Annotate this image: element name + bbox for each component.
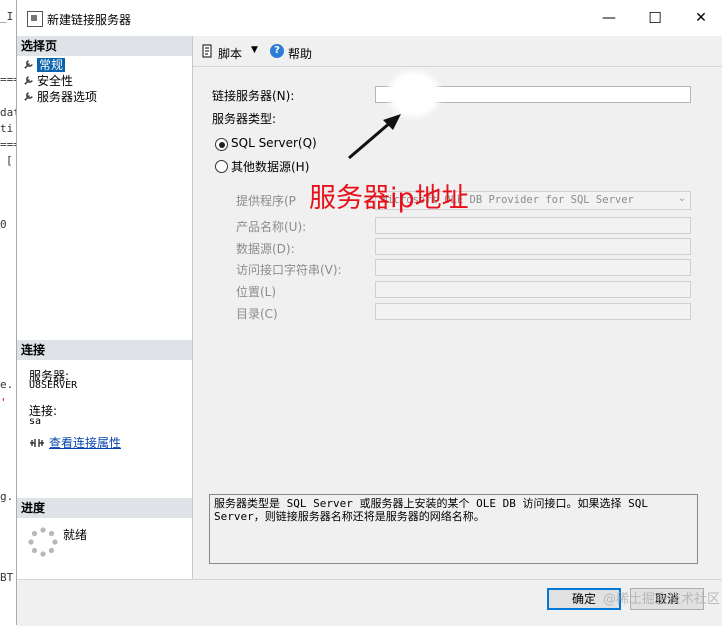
provider-string-label: 访问接口字符串(V): xyxy=(236,263,342,277)
catalog-label: 目录(C) xyxy=(236,307,278,321)
wrench-icon xyxy=(24,92,33,101)
page-item-label: 常规 xyxy=(37,58,66,72)
page-item-label: 安全性 xyxy=(37,74,74,88)
page-item-server-options[interactable]: 服务器选项 xyxy=(23,89,97,105)
page-item-label: 服务器选项 xyxy=(37,90,98,104)
progress-status: 就绪 xyxy=(63,528,88,542)
window-title: 新建链接服务器 xyxy=(47,13,132,27)
other-data-source-radio[interactable] xyxy=(215,160,228,173)
title-bar[interactable]: 新建链接服务器 — ☐ ✕ xyxy=(17,0,722,36)
connection-header: 连接 xyxy=(17,340,192,360)
bg-line: _I xyxy=(0,10,14,23)
bg-line: ' xyxy=(0,396,7,409)
background-editor-strip: _I === dat ti === [ 0 e. ' g. BT xyxy=(0,0,20,625)
left-panel: 选择页 常规 安全性 服务器选项 连接 服务器: U8SERVER 连接: sa… xyxy=(17,36,193,579)
annotation-arrow-icon xyxy=(348,114,401,160)
minimize-button[interactable]: — xyxy=(586,6,632,30)
progress-header: 进度 xyxy=(17,498,192,518)
data-source-input xyxy=(375,238,691,255)
chevron-down-icon: ⌄ xyxy=(677,193,686,204)
product-name-input xyxy=(375,217,691,234)
provider-string-input xyxy=(375,259,691,276)
data-source-label: 数据源(D): xyxy=(236,242,295,256)
bg-line: g. xyxy=(0,490,14,503)
location-label: 位置(L) xyxy=(236,285,277,299)
maximize-button[interactable]: ☐ xyxy=(632,6,678,30)
page-item-security[interactable]: 安全性 xyxy=(23,73,73,89)
app-icon xyxy=(27,11,43,27)
other-data-source-option-label: 其他数据源(H) xyxy=(231,160,310,174)
server-type-label: 服务器类型: xyxy=(212,112,277,126)
connection-properties-icon xyxy=(30,439,44,447)
select-page-header: 选择页 xyxy=(17,36,192,56)
product-name-label: 产品名称(U): xyxy=(236,220,307,234)
server-type-description: 服务器类型是 SQL Server 或服务器上安装的某个 OLE DB 访问接口… xyxy=(209,494,698,564)
bg-line: ti xyxy=(0,122,14,135)
bg-line: BT xyxy=(0,571,14,584)
close-button[interactable]: ✕ xyxy=(678,6,722,30)
bg-line: 0 xyxy=(0,218,7,231)
wrench-icon xyxy=(24,76,33,85)
script-dropdown-arrow-icon[interactable]: ▼ xyxy=(251,45,258,55)
help-icon: ? xyxy=(270,44,284,58)
new-linked-server-dialog: 新建链接服务器 — ☐ ✕ 选择页 常规 安全性 服务器选项 连接 服务器: U… xyxy=(16,0,722,626)
progress-spinner-icon xyxy=(28,527,58,557)
script-icon xyxy=(202,44,212,58)
sql-server-option-label: SQL Server(Q) xyxy=(231,136,317,150)
connection-value: sa xyxy=(29,416,42,427)
watermark: @稀土掘金技术社区 xyxy=(603,592,721,607)
bg-line: e. xyxy=(0,378,14,391)
location-input xyxy=(375,281,691,298)
sql-server-radio[interactable] xyxy=(215,138,228,151)
server-value: U8SERVER xyxy=(29,380,78,391)
page-item-general[interactable]: 常规 xyxy=(23,57,66,73)
catalog-input xyxy=(375,303,691,320)
wrench-icon xyxy=(24,60,33,69)
script-button[interactable]: 脚本 xyxy=(218,45,242,62)
bg-line: [ xyxy=(6,154,13,167)
linked-server-label: 链接服务器(N): xyxy=(212,89,295,103)
annotation-label: 服务器ip地址 xyxy=(309,183,469,214)
help-button[interactable]: 帮助 xyxy=(288,45,312,62)
provider-label: 提供程序(P xyxy=(236,194,296,208)
linked-server-input[interactable] xyxy=(375,71,691,117)
toolbar: 脚本 ▼ ? 帮助 xyxy=(193,36,722,67)
view-connection-properties-link[interactable]: 查看连接属性 xyxy=(49,434,121,451)
